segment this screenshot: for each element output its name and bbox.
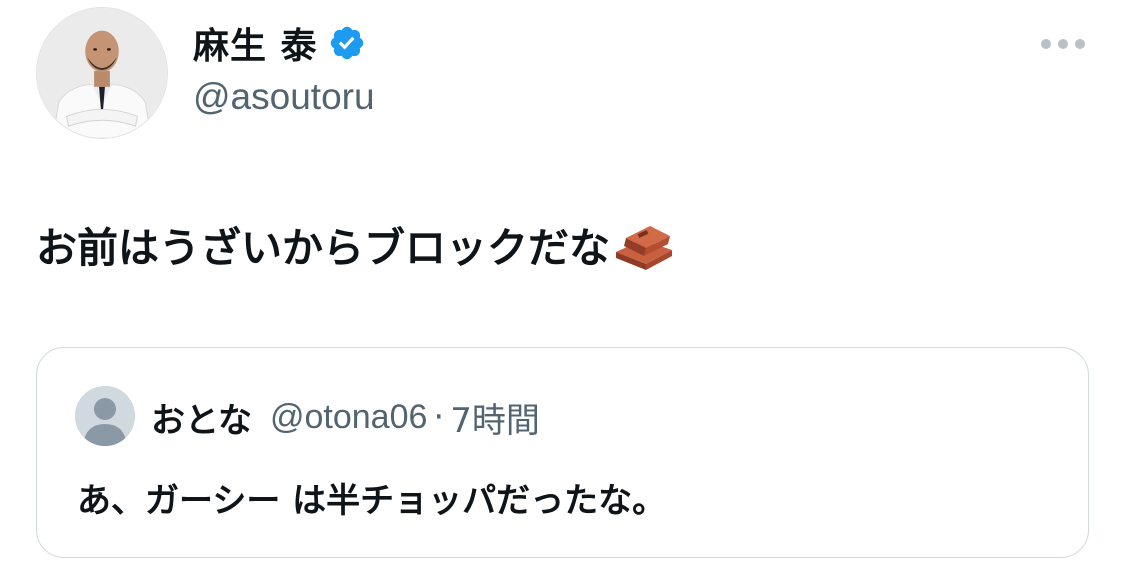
quoted-header: おとな @otona06 · 7時間 [151,392,540,442]
tweet-body: お前はうざいからブロックだな [36,214,676,274]
author-handle[interactable]: @asoutoru [193,76,375,118]
more-dot-icon [1075,39,1085,49]
default-avatar-icon [75,386,135,446]
author-display-name[interactable]: 麻生 泰 [193,17,318,69]
brick-icon [616,226,672,270]
author-avatar[interactable] [36,7,168,139]
quoted-tweet-card[interactable]: おとな @otona06 · 7時間 あ、ガーシー は半チョッパだったな。 [36,347,1089,558]
more-dot-icon [1058,39,1068,49]
quoted-author-avatar[interactable] [75,386,135,446]
quoted-handle[interactable]: @otona06 [270,398,427,437]
more-options-button[interactable] [1041,36,1085,52]
tweet-text: お前はうざいからブロックだな [36,224,610,272]
quoted-separator: · [433,397,445,437]
quoted-display-name[interactable]: おとな [151,393,252,442]
quoted-timestamp[interactable]: 7時間 [450,393,540,442]
author-name-row: 麻生 泰 [193,18,366,68]
verified-badge-icon [330,26,363,60]
author-avatar-image [37,8,167,138]
quoted-tweet-text: あ、ガーシー は半チョッパだったな。 [77,480,667,521]
more-dot-icon [1041,39,1051,49]
